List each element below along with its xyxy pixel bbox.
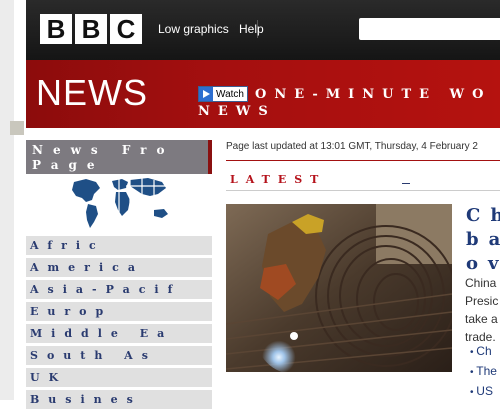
story-summary: China Presic take a trade. <box>465 274 498 346</box>
resize-handle[interactable] <box>10 121 24 135</box>
nav-heading[interactable]: News Fro Page <box>26 140 212 174</box>
latest-heading: LATEST <box>230 173 327 186</box>
nav-item-south-asia[interactable]: South As <box>26 346 212 366</box>
left-nav: News Fro Page Afric America Asia-Pacif E… <box>26 140 212 412</box>
divider <box>226 160 500 161</box>
headline-line: Ch <box>466 205 500 226</box>
region-list: Afric America Asia-Pacif Europ Middle Ea… <box>26 236 212 410</box>
bbc-logo[interactable]: B B C <box>40 14 142 44</box>
world-map-graphic <box>72 178 168 228</box>
watch-button[interactable]: Watch <box>198 86 248 102</box>
news-banner: NEWS Watch ONE-MINUTE WO NEWS <box>26 60 500 128</box>
related-link[interactable]: The <box>470 362 497 382</box>
nav-item-uk[interactable]: UK <box>26 368 212 388</box>
nav-heading-line: News Fro <box>32 143 175 157</box>
nav-item-europe[interactable]: Europ <box>26 302 212 322</box>
nav-item-middle-east[interactable]: Middle Ea <box>26 324 212 344</box>
watch-label: Watch <box>216 88 244 100</box>
nav-item-africa[interactable]: Afric <box>26 236 212 256</box>
promo-line-2[interactable]: NEWS <box>198 104 276 119</box>
headline-line: ba <box>466 229 500 250</box>
story-headline[interactable]: Ch ba ov <box>466 204 500 276</box>
bbc-logo-block: B <box>75 14 107 44</box>
bbc-logo-block: C <box>110 14 142 44</box>
play-icon <box>199 87 213 101</box>
nav-item-business[interactable]: Busines <box>26 390 212 410</box>
nav-item-americas[interactable]: America <box>26 258 212 278</box>
bbc-logo-block: B <box>40 14 72 44</box>
low-graphics-link[interactable]: Low graphics <box>158 22 229 36</box>
summary-line: Presic <box>465 294 499 308</box>
rail-strip <box>0 0 14 400</box>
search-input[interactable] <box>359 18 500 40</box>
related-links: Ch The US <box>470 342 497 402</box>
related-link[interactable]: US <box>470 382 497 402</box>
help-link[interactable]: Help <box>239 22 264 36</box>
headline-line: ov <box>466 253 498 274</box>
top-bar: B B C Low graphics Help <box>26 0 500 60</box>
divider <box>402 183 410 184</box>
news-title[interactable]: NEWS <box>36 72 148 114</box>
world-map-icon <box>26 174 212 236</box>
related-link[interactable]: Ch <box>470 342 497 362</box>
nav-item-asia-pacific[interactable]: Asia-Pacif <box>26 280 212 300</box>
summary-line: take a <box>465 312 498 326</box>
promo-line-1[interactable]: ONE-MINUTE WO <box>255 87 491 102</box>
last-updated: Page last updated at 13:01 GMT, Thursday… <box>226 141 478 152</box>
nav-heading-line: Page <box>32 158 105 172</box>
divider <box>226 190 500 191</box>
summary-line: China <box>465 276 497 290</box>
welder-photo <box>226 204 452 372</box>
left-rail <box>0 0 26 400</box>
story-image[interactable] <box>226 204 452 372</box>
